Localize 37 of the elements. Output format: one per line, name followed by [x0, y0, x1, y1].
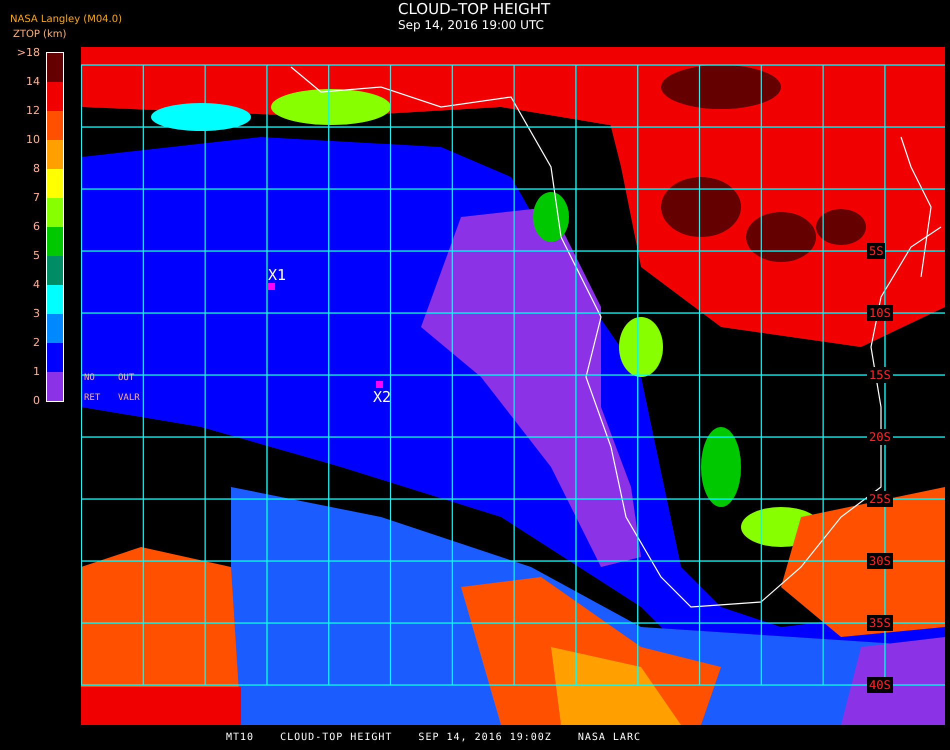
latitude-label: 30S — [867, 553, 893, 569]
scale-tick-label: >18 — [16, 47, 40, 61]
timestamp: Sep 14, 2016 19:00 UTC — [398, 18, 544, 32]
latitude-label: 10S — [867, 305, 893, 321]
scale-tick-label: 6 — [33, 221, 40, 235]
latitude-label: 40S — [867, 677, 893, 693]
marker-label: X2 — [373, 389, 392, 405]
scale-tick-label: 7 — [33, 192, 40, 206]
marker-square — [376, 381, 383, 388]
marker-square — [268, 283, 275, 290]
footer-text: CLOUD-TOP HEIGHT — [280, 732, 392, 743]
latitude-label: 20S — [867, 429, 893, 445]
unit-label: ZTOP (km) — [12, 29, 68, 40]
latitude-label: 35S — [867, 615, 893, 631]
footer-text: SEP 14, 2016 19:00Z — [418, 732, 552, 743]
latitude-label: 25S — [867, 491, 893, 507]
scale-tick-label: 14 — [26, 76, 40, 90]
note-label: NO — [84, 373, 96, 383]
marker-label: X1 — [268, 267, 286, 283]
scale-tick-label: 8 — [33, 163, 40, 177]
note-label: OUT — [118, 373, 136, 383]
footer-text: NASA LARC — [578, 732, 641, 743]
scale-tick-label: 10 — [26, 134, 40, 148]
chart-title: CLOUD–TOP HEIGHT — [398, 0, 550, 18]
footer-text: MT10 — [226, 732, 254, 743]
scale-tick-label: 3 — [33, 308, 40, 322]
scale-tick-label: 12 — [26, 105, 40, 119]
latitude-label: 5S — [867, 243, 886, 259]
latitude-label: 15S — [867, 367, 893, 383]
note-label: RET — [84, 393, 102, 403]
scale-tick-label: 4 — [33, 279, 40, 293]
scale-tick-label: 0 — [33, 395, 40, 409]
scale-tick-label: 5 — [33, 250, 40, 264]
note-label: VALR — [118, 393, 141, 403]
scale-tick-label: 1 — [33, 366, 40, 380]
source-label: NASA Langley (M04.0) — [10, 14, 123, 25]
scale-tick-label: 2 — [33, 337, 40, 351]
